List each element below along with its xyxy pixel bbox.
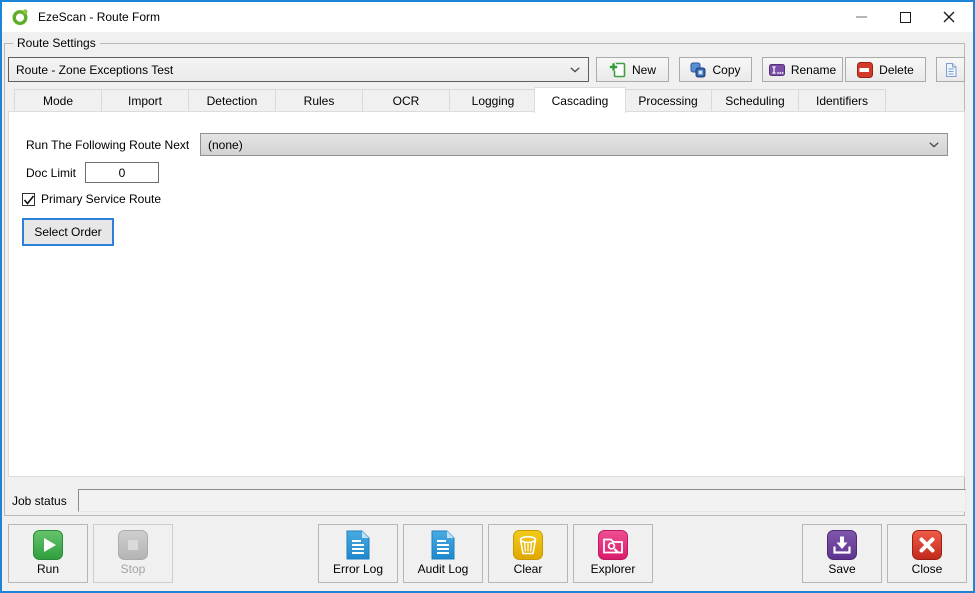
run-next-label: Run The Following Route Next [26, 138, 189, 152]
rename-route-button[interactable]: Rename [762, 57, 843, 82]
new-route-button[interactable]: New [596, 57, 669, 82]
rename-button-label: Rename [791, 63, 836, 77]
document-icon [944, 62, 958, 78]
tab-scheduling[interactable]: Scheduling [711, 89, 799, 112]
run-button[interactable]: Run [8, 524, 88, 583]
maximize-icon [900, 12, 911, 23]
new-icon [609, 62, 626, 78]
checkbox-box [22, 193, 35, 206]
save-button-label: Save [828, 562, 855, 576]
stop-button-label: Stop [121, 562, 146, 576]
tab-ocr[interactable]: OCR [362, 89, 450, 112]
audit-log-button[interactable]: Audit Log [403, 524, 483, 583]
explorer-button-label: Explorer [591, 562, 636, 576]
run-play-icon [33, 530, 63, 560]
select-order-button[interactable]: Select Order [22, 218, 114, 246]
close-icon [943, 11, 955, 23]
doc-limit-input[interactable] [85, 162, 159, 183]
save-icon [827, 530, 857, 560]
run-button-label: Run [37, 562, 59, 576]
close-x-icon [912, 530, 942, 560]
job-status-label: Job status [12, 494, 67, 508]
explorer-button[interactable]: Explorer [573, 524, 653, 583]
new-button-label: New [632, 63, 656, 77]
tab-rules[interactable]: Rules [275, 89, 363, 112]
copy-icon [690, 62, 706, 78]
copy-button-label: Copy [712, 63, 740, 77]
stop-button[interactable]: Stop [93, 524, 173, 583]
close-window-button[interactable] [927, 2, 971, 32]
doc-limit-label: Doc Limit [26, 166, 76, 180]
route-selector-value: Route - Zone Exceptions Test [16, 63, 173, 77]
close-button-label: Close [912, 562, 943, 576]
error-log-icon [346, 530, 370, 560]
run-next-combobox[interactable]: (none) [200, 133, 948, 156]
close-button[interactable]: Close [887, 524, 967, 583]
tab-cascading[interactable]: Cascading [534, 87, 626, 113]
run-next-value: (none) [208, 138, 243, 152]
minimize-icon [856, 16, 867, 18]
delete-route-button[interactable]: Delete [845, 57, 926, 82]
audit-log-button-label: Audit Log [418, 562, 469, 576]
minimize-button[interactable] [839, 2, 883, 32]
route-selector-combobox[interactable]: Route - Zone Exceptions Test [8, 57, 589, 82]
delete-button-label: Delete [879, 63, 914, 77]
audit-log-icon [431, 530, 455, 560]
window-title: EzeScan - Route Form [38, 10, 160, 24]
route-settings-group-label: Route Settings [13, 36, 100, 50]
delete-icon [857, 62, 873, 78]
maximize-button[interactable] [883, 2, 927, 32]
rename-icon [769, 62, 785, 78]
tab-processing[interactable]: Processing [624, 89, 712, 112]
titlebar: EzeScan - Route Form [2, 2, 973, 32]
tab-detection[interactable]: Detection [188, 89, 276, 112]
error-log-button-label: Error Log [333, 562, 383, 576]
primary-service-route-label: Primary Service Route [41, 192, 161, 206]
chevron-down-icon [570, 67, 580, 73]
tab-identifiers[interactable]: Identifiers [798, 89, 886, 112]
stop-icon [118, 530, 148, 560]
save-button[interactable]: Save [802, 524, 882, 583]
tab-logging[interactable]: Logging [449, 89, 537, 112]
clear-button-label: Clear [514, 562, 543, 576]
chevron-down-icon [929, 142, 939, 148]
clear-button[interactable]: Clear [488, 524, 568, 583]
route-notes-button[interactable] [936, 57, 965, 82]
explorer-icon [598, 530, 628, 560]
tab-mode[interactable]: Mode [14, 89, 102, 112]
error-log-button[interactable]: Error Log [318, 524, 398, 583]
copy-route-button[interactable]: Copy [679, 57, 752, 82]
ezescan-logo-icon [11, 8, 29, 26]
ezescan-route-form-window: EzeScan - Route Form Route Settings Rout… [0, 0, 975, 593]
primary-service-route-checkbox[interactable]: Primary Service Route [22, 192, 161, 206]
job-status-field [78, 489, 966, 512]
trash-icon [513, 530, 543, 560]
tab-import[interactable]: Import [101, 89, 189, 112]
